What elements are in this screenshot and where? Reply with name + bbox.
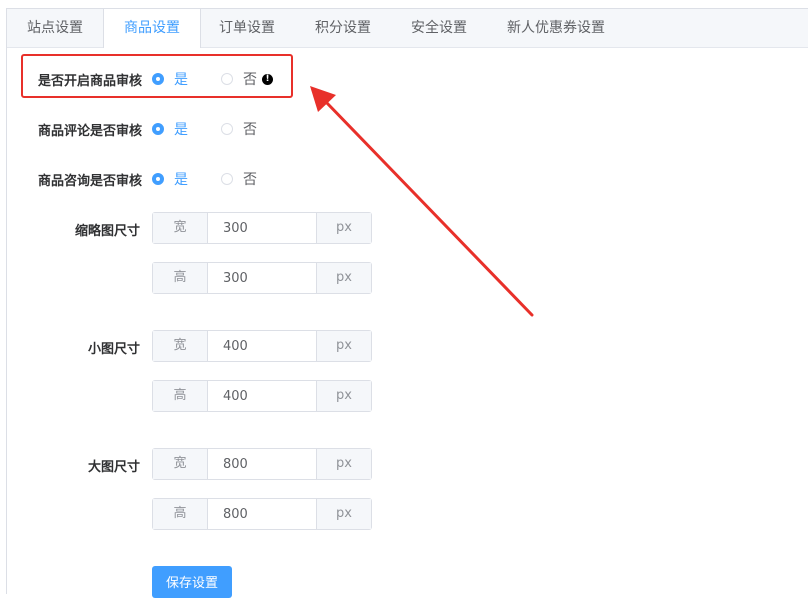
annotation-highlight-box bbox=[21, 54, 293, 98]
consult-audit-no-label: 否 bbox=[243, 172, 257, 188]
consult-audit-no-radio[interactable]: 否 bbox=[221, 169, 257, 189]
radio-unchecked-icon bbox=[221, 173, 233, 185]
unit-suffix: px bbox=[316, 331, 371, 361]
large-width-group: 宽 px bbox=[152, 448, 372, 480]
large-height-group: 高 px bbox=[152, 498, 372, 530]
large-width-input[interactable] bbox=[208, 449, 316, 479]
thumb-height-input[interactable] bbox=[208, 263, 316, 293]
height-prefix: 高 bbox=[153, 499, 208, 529]
small-width-group: 宽 px bbox=[152, 330, 372, 362]
comment-audit-yes-radio[interactable]: 是 bbox=[152, 119, 188, 139]
width-prefix: 宽 bbox=[153, 331, 208, 361]
height-prefix: 高 bbox=[153, 263, 208, 293]
unit-suffix: px bbox=[316, 263, 371, 293]
small-width-input[interactable] bbox=[208, 331, 316, 361]
thumb-height-group: 高 px bbox=[152, 262, 372, 294]
unit-suffix: px bbox=[316, 213, 371, 243]
comment-audit-no-radio[interactable]: 否 bbox=[221, 119, 257, 139]
small-size-label: 小图尺寸 bbox=[87, 342, 140, 357]
large-height-input[interactable] bbox=[208, 499, 316, 529]
tab-new-user-coupon-settings[interactable]: 新人优惠券设置 bbox=[487, 9, 625, 47]
settings-tabs: 站点设置 商品设置 订单设置 积分设置 安全设置 新人优惠券设置 bbox=[7, 9, 808, 48]
unit-suffix: px bbox=[316, 499, 371, 529]
radio-checked-icon bbox=[152, 173, 164, 185]
tab-points-settings[interactable]: 积分设置 bbox=[295, 9, 391, 47]
thumb-width-group: 宽 px bbox=[152, 212, 372, 244]
consult-audit-yes-radio[interactable]: 是 bbox=[152, 169, 188, 189]
width-prefix: 宽 bbox=[153, 449, 208, 479]
consult-audit-yes-label: 是 bbox=[174, 172, 188, 188]
small-height-group: 高 px bbox=[152, 380, 372, 412]
small-height-input[interactable] bbox=[208, 381, 316, 411]
height-prefix: 高 bbox=[153, 381, 208, 411]
tab-goods-settings[interactable]: 商品设置 bbox=[103, 9, 201, 48]
radio-unchecked-icon bbox=[221, 123, 233, 135]
unit-suffix: px bbox=[316, 449, 371, 479]
width-prefix: 宽 bbox=[153, 213, 208, 243]
tab-security-settings[interactable]: 安全设置 bbox=[391, 9, 487, 47]
tab-order-settings[interactable]: 订单设置 bbox=[199, 9, 295, 47]
save-settings-button[interactable]: 保存设置 bbox=[152, 566, 232, 598]
comment-audit-yes-label: 是 bbox=[174, 122, 188, 138]
thumb-size-label: 缩略图尺寸 bbox=[74, 224, 140, 239]
comment-audit-label: 商品评论是否审核 bbox=[37, 124, 142, 139]
thumb-width-input[interactable] bbox=[208, 213, 316, 243]
consult-audit-label: 商品咨询是否审核 bbox=[37, 174, 142, 189]
unit-suffix: px bbox=[316, 381, 371, 411]
large-size-label: 大图尺寸 bbox=[87, 460, 140, 475]
radio-checked-icon bbox=[152, 123, 164, 135]
tab-site-settings[interactable]: 站点设置 bbox=[7, 9, 103, 47]
comment-audit-no-label: 否 bbox=[243, 122, 257, 138]
